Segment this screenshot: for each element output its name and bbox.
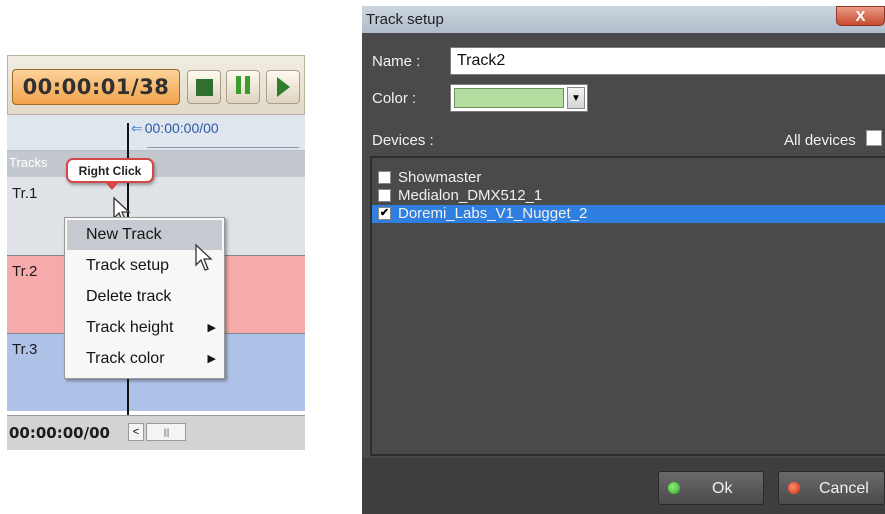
position-time: 00:00:00/00 <box>9 424 110 442</box>
all-devices-checkbox[interactable] <box>866 130 882 146</box>
dialog-footer: Ok Cancel <box>362 458 885 514</box>
close-button[interactable]: X <box>836 6 885 26</box>
stop-icon <box>195 78 213 96</box>
menu-item-label: Track color <box>86 350 165 367</box>
device-name: Medialon_DMX512_1 <box>398 187 543 204</box>
devices-list: Showmaster Medialon_DMX512_1 ✔ Doremi_La… <box>370 156 885 456</box>
play-icon <box>276 77 290 97</box>
chevron-down-icon[interactable]: ▼ <box>567 87 585 109</box>
menu-item-track-setup[interactable]: Track setup <box>67 251 222 281</box>
scrollbar-thumb[interactable]: |||| <box>146 423 186 441</box>
name-label: Name : <box>372 53 421 70</box>
scroll-left-button[interactable]: < <box>128 423 144 441</box>
play-button[interactable] <box>266 70 300 104</box>
device-checkbox[interactable] <box>378 171 391 184</box>
timeline-footer: 00:00:00/00 < |||| <box>7 415 305 450</box>
close-icon: X <box>855 7 866 25</box>
devices-label: Devices : <box>372 132 434 149</box>
stop-button[interactable] <box>187 70 221 104</box>
device-checkbox[interactable] <box>378 189 391 202</box>
cancel-button[interactable]: Cancel <box>778 471 885 505</box>
all-devices-label: All devices <box>784 132 856 149</box>
color-swatch <box>454 88 564 108</box>
track-label: Tr.1 <box>12 185 38 202</box>
name-field[interactable]: Track2 <box>450 47 885 75</box>
device-name: Showmaster <box>398 169 482 186</box>
device-checkbox[interactable]: ✔ <box>378 207 391 220</box>
menu-item-new-track[interactable]: New Track <box>67 220 222 250</box>
submenu-arrow-icon: ▶ <box>207 353 216 365</box>
time-ruler[interactable]: ⇐ 00:00:00/00 <box>7 115 305 151</box>
track-context-menu: New Track Track setup Delete track Track… <box>64 217 225 379</box>
submenu-arrow-icon: ▶ <box>207 322 216 334</box>
menu-item-label: Track height <box>86 319 174 336</box>
ok-button[interactable]: Ok <box>658 471 764 505</box>
ruler-time: 00:00:00/00 <box>144 120 219 136</box>
dialog-title: Track setup <box>366 11 444 28</box>
transport-toolbar: 00:00:01/38 <box>7 55 305 115</box>
menu-item-delete-track[interactable]: Delete track <box>67 282 222 312</box>
menu-item-label: Delete track <box>86 288 172 305</box>
cancel-button-label: Cancel <box>819 480 869 497</box>
pause-button[interactable] <box>226 70 260 104</box>
current-time-display: 00:00:01/38 <box>12 69 180 105</box>
ok-button-label: Ok <box>712 480 733 497</box>
color-label: Color : <box>372 90 417 107</box>
menu-item-label: New Track <box>86 226 162 243</box>
device-name: Doremi_Labs_V1_Nugget_2 <box>398 205 588 222</box>
pause-icon <box>234 75 252 99</box>
list-item[interactable]: Showmaster <box>372 169 885 187</box>
ruler-time-label: ⇐ 00:00:00/00 <box>131 120 219 137</box>
track-label: Tr.2 <box>12 263 38 280</box>
arrow-left-icon: ⇐ <box>131 120 143 136</box>
tracks-header: Tracks <box>7 151 305 177</box>
cancel-icon <box>788 482 800 494</box>
timeline-panel: 00:00:01/38 ⇐ 00:00:00/00 Tracks Tr.1 Tr.… <box>7 55 305 450</box>
menu-item-track-color[interactable]: Track color ▶ <box>67 344 222 374</box>
list-item[interactable]: ✔ Doremi_Labs_V1_Nugget_2 <box>372 205 885 223</box>
ruler-ticks <box>147 143 299 148</box>
tracks-header-label: Tracks <box>9 155 48 170</box>
track-setup-dialog: Track setup X Name : Track2 Color : ▼ De… <box>362 6 885 514</box>
menu-item-track-height[interactable]: Track height ▶ <box>67 313 222 343</box>
list-item[interactable]: Medialon_DMX512_1 <box>372 187 885 205</box>
dialog-titlebar[interactable]: Track setup X <box>362 6 885 33</box>
track-label: Tr.3 <box>12 341 38 358</box>
color-dropdown[interactable]: ▼ <box>450 84 588 112</box>
menu-item-label: Track setup <box>86 257 169 274</box>
right-click-callout: Right Click <box>66 158 154 190</box>
ok-icon <box>668 482 680 494</box>
